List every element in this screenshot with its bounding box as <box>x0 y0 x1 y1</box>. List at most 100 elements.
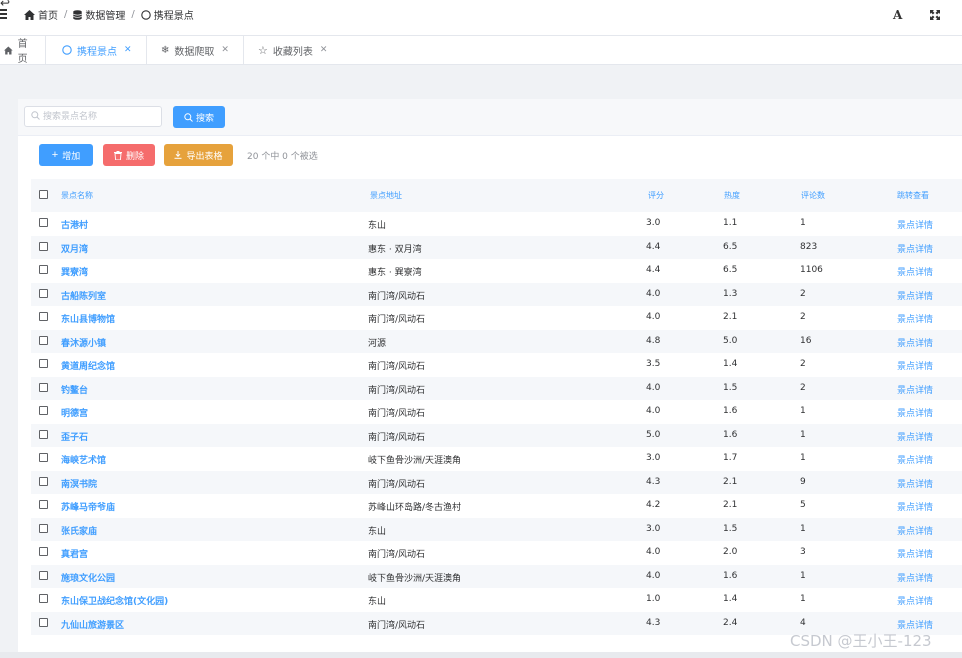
cell-heat: 1.7 <box>723 453 738 463</box>
column-header-address[interactable]: 景点地址 <box>370 190 402 201</box>
cell-name: 海峡艺术馆 <box>61 456 107 466</box>
cell-heat: 1.5 <box>723 382 738 393</box>
detail-link[interactable]: 景点详情 <box>897 406 933 419</box>
cell-score: 4.0 <box>646 570 661 581</box>
add-button[interactable]: + 增加 <box>39 144 93 166</box>
cell-address: 河源 <box>368 338 387 349</box>
detail-link[interactable]: 景点详情 <box>897 218 933 231</box>
table-row[interactable]: 东山县博物馆 南门湾/风动石 4.0 2.1 2 景点详情 <box>31 306 962 330</box>
row-checkbox[interactable] <box>39 335 48 345</box>
detail-link[interactable]: 景点详情 <box>897 618 933 631</box>
detail-link[interactable]: 景点详情 <box>897 359 933 372</box>
column-header-comments[interactable]: 评论数 <box>801 190 825 201</box>
row-checkbox[interactable] <box>39 288 48 298</box>
column-header-score[interactable]: 评分 <box>648 190 664 201</box>
detail-link[interactable]: 景点详情 <box>897 289 933 302</box>
column-header-link[interactable]: 跳转查看 <box>897 190 929 201</box>
table-row[interactable]: 春沐源小镇 河源 4.8 5.0 16 景点详情 <box>31 329 962 353</box>
row-checkbox[interactable] <box>39 523 48 533</box>
table-row[interactable]: 黄道周纪念馆 南门湾/风动石 3.5 1.4 2 景点详情 <box>31 353 962 377</box>
breadcrumb-label: 数据管理 <box>85 11 126 22</box>
cell-heat: 1.6 <box>723 406 738 416</box>
row-checkbox[interactable] <box>39 453 48 462</box>
detail-link[interactable]: 景点详情 <box>897 500 933 513</box>
breadcrumb-item-home[interactable]: 首页 <box>24 7 58 22</box>
breadcrumb-item-ctrip[interactable]: 携程景点 <box>141 7 194 22</box>
search-input[interactable] <box>24 106 162 127</box>
detail-link[interactable]: 景点详情 <box>897 571 933 584</box>
detail-link[interactable]: 景点详情 <box>897 312 933 325</box>
close-icon[interactable]: ✕ <box>124 45 132 55</box>
fullscreen-icon[interactable] <box>930 9 940 23</box>
font-size-icon[interactable]: A <box>893 8 902 22</box>
row-checkbox[interactable] <box>39 382 48 392</box>
cell-score: 5.0 <box>646 429 661 440</box>
table-row[interactable]: 明德宫 南门湾/风动石 4.0 1.6 1 景点详情 <box>31 400 962 424</box>
breadcrumb-separator: / <box>131 9 135 20</box>
row-checkbox[interactable] <box>39 359 48 368</box>
cell-name: 施琅文化公园 <box>61 573 116 584</box>
row-checkbox[interactable] <box>39 547 48 556</box>
tab-ctrip-spots[interactable]: 携程景点 ✕ <box>46 36 147 64</box>
row-checkbox[interactable] <box>39 500 48 509</box>
table-row[interactable]: 东山保卫战纪念馆(文化园) 东山 1.0 1.4 1 景点详情 <box>31 588 962 612</box>
table-row[interactable]: 双月湾 惠东 · 双月湾 4.4 6.5 823 景点详情 <box>31 235 962 259</box>
tab-data-crawl[interactable]: ❄ 数据爬取 ✕ <box>147 36 244 64</box>
cell-address: 南门湾/风动石 <box>368 409 426 419</box>
tab-favorites[interactable]: ☆ 收藏列表 ✕ <box>244 36 340 64</box>
cell-heat: 1.3 <box>723 288 738 299</box>
table-row[interactable]: 张氏家庙 东山 3.0 1.5 1 景点详情 <box>31 517 962 541</box>
cell-comments: 2 <box>800 312 806 322</box>
delete-button[interactable]: 删除 <box>103 144 155 166</box>
detail-link[interactable]: 景点详情 <box>897 547 933 560</box>
table-row[interactable]: 真君宫 南门湾/风动石 4.0 2.0 3 景点详情 <box>31 541 962 565</box>
detail-link[interactable]: 景点详情 <box>897 477 933 490</box>
row-checkbox[interactable] <box>39 476 48 486</box>
detail-link[interactable]: 景点详情 <box>897 242 933 255</box>
cell-heat: 6.5 <box>723 265 738 275</box>
cell-heat: 5.0 <box>723 335 738 346</box>
row-checkbox[interactable] <box>39 429 48 439</box>
close-icon[interactable]: ✕ <box>221 45 229 55</box>
table-row[interactable]: 古港村 东山 3.0 1.1 1 景点详情 <box>31 212 962 236</box>
select-all-checkbox[interactable] <box>39 190 48 199</box>
detail-link[interactable]: 景点详情 <box>897 383 933 396</box>
detail-link[interactable]: 景点详情 <box>897 265 933 278</box>
close-icon[interactable]: ✕ <box>320 45 328 55</box>
detail-link[interactable]: 景点详情 <box>897 336 933 349</box>
row-checkbox[interactable] <box>39 312 48 321</box>
detail-link[interactable]: 景点详情 <box>897 430 933 443</box>
table-row[interactable]: 苏峰马帝爷庙 苏峰山环岛路/冬古渔村 4.2 2.1 5 景点详情 <box>31 494 962 518</box>
table-row[interactable]: 海峡艺术馆 岐下鱼骨沙洲/天涯澳角 3.0 1.7 1 景点详情 <box>31 447 962 471</box>
cell-score: 4.3 <box>646 476 661 487</box>
detail-link[interactable]: 景点详情 <box>897 453 933 466</box>
breadcrumb-label: 首页 <box>38 11 58 22</box>
table-row[interactable]: 钓鳌台 南门湾/风动石 4.0 1.5 2 景点详情 <box>31 376 962 400</box>
table-row[interactable]: 南溟书院 南门湾/风动石 4.3 2.1 9 景点详情 <box>31 470 962 494</box>
row-checkbox[interactable] <box>39 617 48 627</box>
cell-comments: 16 <box>800 335 812 346</box>
column-header-name[interactable]: 景点名称 <box>61 190 93 201</box>
table-row[interactable]: 巽寮湾 惠东 · 巽寮湾 4.4 6.5 1106 景点详情 <box>31 259 962 283</box>
row-checkbox[interactable] <box>39 594 48 603</box>
table-row[interactable]: 古船陈列室 南门湾/风动石 4.0 1.3 2 景点详情 <box>31 282 962 306</box>
table-row[interactable]: 歪子石 南门湾/风动石 5.0 1.6 1 景点详情 <box>31 423 962 447</box>
row-checkbox[interactable] <box>39 406 48 415</box>
cell-comments: 2 <box>800 359 806 369</box>
row-checkbox[interactable] <box>39 241 48 251</box>
row-checkbox[interactable] <box>39 265 48 274</box>
column-header-heat[interactable]: 热度 <box>724 190 740 201</box>
row-checkbox[interactable] <box>39 218 48 227</box>
row-checkbox[interactable] <box>39 570 48 580</box>
search-button[interactable]: 搜索 <box>173 106 225 128</box>
detail-link[interactable]: 景点详情 <box>897 594 933 607</box>
detail-link[interactable]: 景点详情 <box>897 524 933 537</box>
export-button[interactable]: 导出表格 <box>164 144 233 166</box>
hamburger-icon[interactable] <box>0 9 8 21</box>
tab-home[interactable]: 首页 <box>0 36 46 65</box>
table-row[interactable]: 施琅文化公园 岐下鱼骨沙洲/天涯澳角 4.0 1.6 1 景点详情 <box>31 564 962 588</box>
cell-name: 古船陈列室 <box>61 291 107 302</box>
breadcrumb-item-data[interactable]: 数据管理 <box>73 7 125 22</box>
cell-name: 黄道周纪念馆 <box>61 362 116 372</box>
cell-name: 明德宫 <box>61 409 89 419</box>
